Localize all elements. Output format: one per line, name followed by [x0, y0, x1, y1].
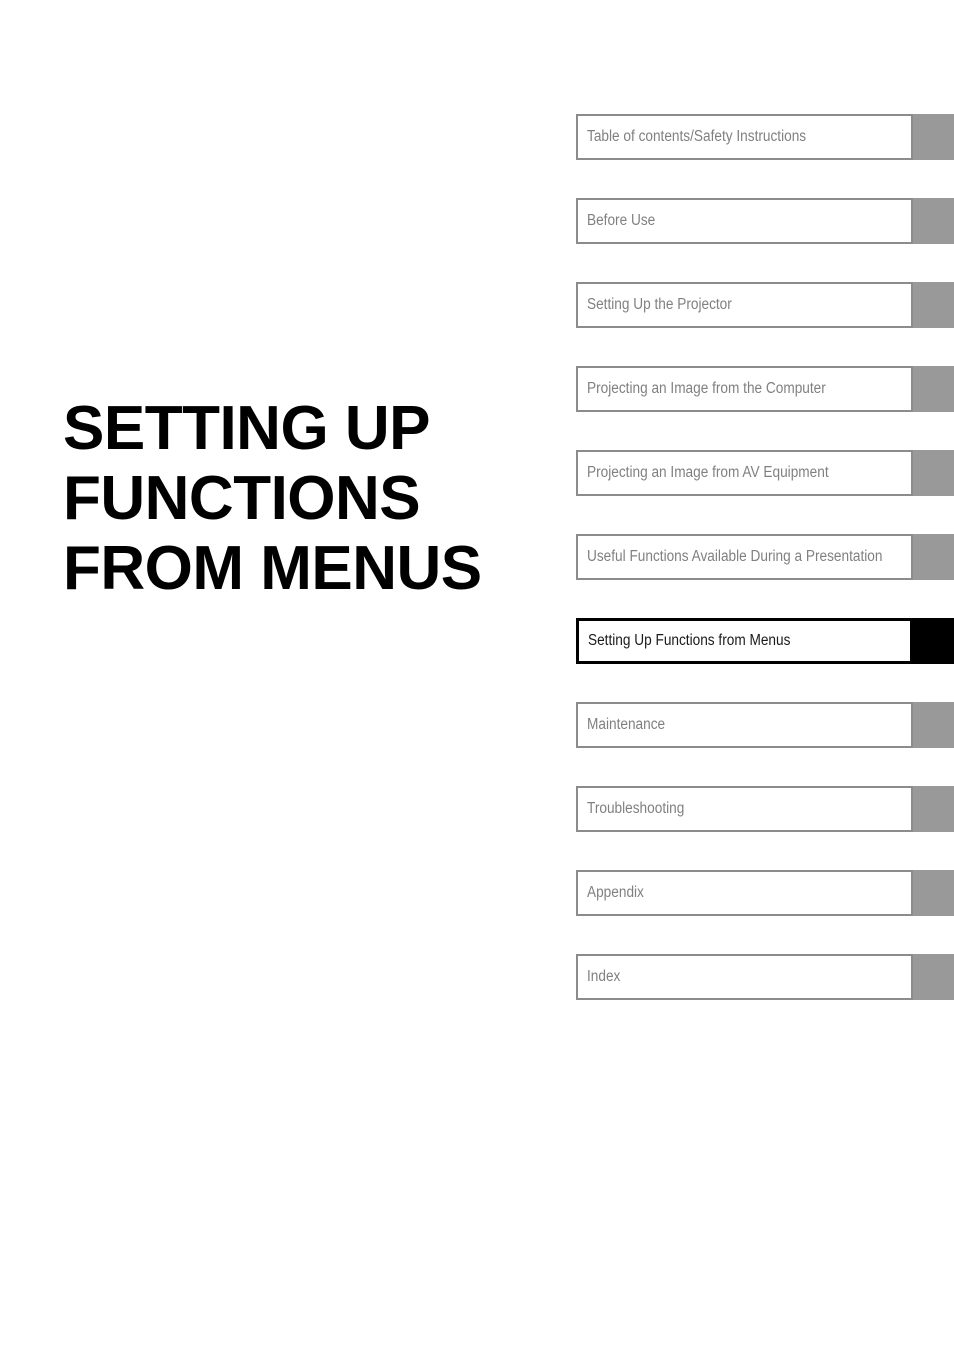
chapter-label-box: Table of contents/Safety Instructions: [576, 114, 913, 160]
chapter-tab-marker: [913, 786, 954, 832]
chapter-tab-marker: [913, 702, 954, 748]
chapter-tab-marker: [913, 282, 954, 328]
page-title: SETTING UP FUNCTIONS FROM MENUS: [63, 393, 482, 603]
chapter-item-label: Setting Up Functions from Menus: [588, 632, 791, 649]
chapter-item-label: Maintenance: [587, 716, 666, 733]
chapter-tab-marker-active: [913, 618, 954, 664]
chapter-tab-marker: [913, 534, 954, 580]
chapter-label-box: Setting Up the Projector: [576, 282, 913, 328]
chapter-item-before-use[interactable]: Before Use: [576, 198, 954, 244]
chapter-label-box: Maintenance: [576, 702, 913, 748]
chapter-item-label: Setting Up the Projector: [587, 296, 732, 313]
chapter-item-label: Useful Functions Available During a Pres…: [587, 548, 883, 565]
chapter-item-useful-functions[interactable]: Useful Functions Available During a Pres…: [576, 534, 954, 580]
chapter-label-box: Appendix: [576, 870, 913, 916]
chapter-label-box: Troubleshooting: [576, 786, 913, 832]
chapter-item-label: Before Use: [587, 212, 656, 229]
chapter-label-box: Useful Functions Available During a Pres…: [576, 534, 913, 580]
chapter-item-label: Projecting an Image from the Computer: [587, 380, 826, 397]
chapter-label-box: Setting Up Functions from Menus: [576, 618, 913, 664]
chapter-tab-marker: [913, 450, 954, 496]
chapter-tab-marker: [913, 198, 954, 244]
chapter-item-label: Index: [587, 968, 621, 985]
chapter-label-box: Projecting an Image from AV Equipment: [576, 450, 913, 496]
chapter-tab-marker: [913, 114, 954, 160]
chapter-tab-marker: [913, 366, 954, 412]
chapter-item-label: Projecting an Image from AV Equipment: [587, 464, 829, 481]
chapter-item-projecting-from-av-equipment[interactable]: Projecting an Image from AV Equipment: [576, 450, 954, 496]
chapter-item-index[interactable]: Index: [576, 954, 954, 1000]
chapter-item-label: Table of contents/Safety Instructions: [587, 128, 807, 145]
chapter-label-box: Index: [576, 954, 913, 1000]
chapter-item-table-of-contents[interactable]: Table of contents/Safety Instructions: [576, 114, 954, 160]
chapter-index: Table of contents/Safety Instructions Be…: [576, 114, 954, 1000]
chapter-item-label: Appendix: [587, 884, 644, 901]
chapter-item-setting-up-the-projector[interactable]: Setting Up the Projector: [576, 282, 954, 328]
chapter-item-troubleshooting[interactable]: Troubleshooting: [576, 786, 954, 832]
chapter-item-projecting-from-computer[interactable]: Projecting an Image from the Computer: [576, 366, 954, 412]
chapter-item-appendix[interactable]: Appendix: [576, 870, 954, 916]
chapter-item-maintenance[interactable]: Maintenance: [576, 702, 954, 748]
chapter-label-box: Before Use: [576, 198, 913, 244]
chapter-tab-marker: [913, 954, 954, 1000]
chapter-item-label: Troubleshooting: [587, 800, 685, 817]
chapter-tab-marker: [913, 870, 954, 916]
chapter-label-box: Projecting an Image from the Computer: [576, 366, 913, 412]
chapter-item-setting-up-functions-from-menus[interactable]: Setting Up Functions from Menus: [576, 618, 954, 664]
